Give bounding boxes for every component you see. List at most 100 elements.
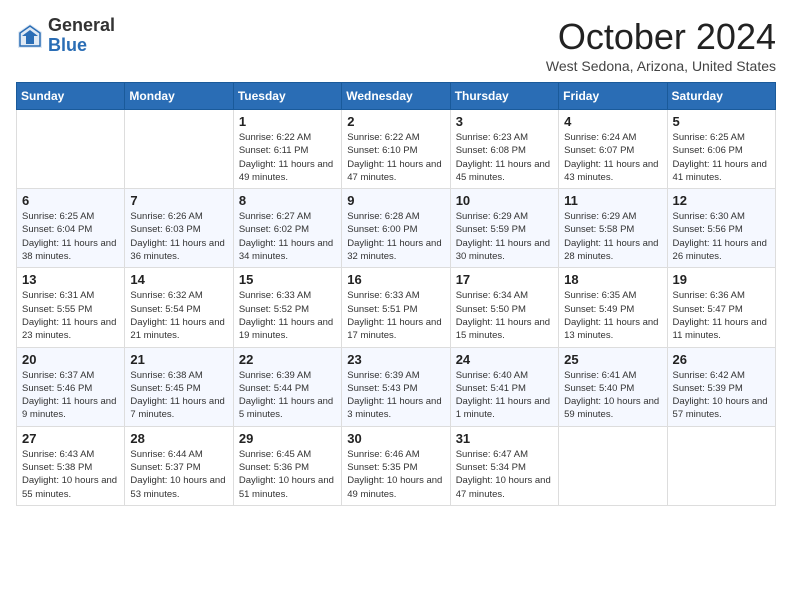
day-number: 27 [22,431,119,446]
day-detail: Sunrise: 6:22 AM Sunset: 6:10 PM Dayligh… [347,131,444,184]
day-detail: Sunrise: 6:25 AM Sunset: 6:06 PM Dayligh… [673,131,770,184]
month-title: October 2024 [546,16,776,58]
day-detail: Sunrise: 6:43 AM Sunset: 5:38 PM Dayligh… [22,448,119,501]
day-detail: Sunrise: 6:23 AM Sunset: 6:08 PM Dayligh… [456,131,553,184]
page-header: General Blue October 2024 West Sedona, A… [16,16,776,74]
day-detail: Sunrise: 6:28 AM Sunset: 6:00 PM Dayligh… [347,210,444,263]
day-number: 8 [239,193,336,208]
day-number: 23 [347,352,444,367]
calendar-table: SundayMondayTuesdayWednesdayThursdayFrid… [16,82,776,506]
calendar-cell: 20Sunrise: 6:37 AM Sunset: 5:46 PM Dayli… [17,347,125,426]
logo-blue-text: Blue [48,35,87,55]
day-detail: Sunrise: 6:39 AM Sunset: 5:44 PM Dayligh… [239,369,336,422]
day-number: 24 [456,352,553,367]
calendar-cell: 29 Sunrise: 6:45 AM Sunset: 5:36 PM Dayli… [233,426,341,505]
day-number: 4 [564,114,661,129]
day-number: 26 [673,352,770,367]
day-detail: Sunrise: 6:42 AM Sunset: 5:39 PM Dayligh… [673,369,770,422]
day-number: 10 [456,193,553,208]
day-detail: Sunrise: 6:31 AM Sunset: 5:55 PM Dayligh… [22,289,119,342]
calendar-cell: 9Sunrise: 6:28 AM Sunset: 6:00 PM Daylig… [342,189,450,268]
calendar-cell: 25 Sunrise: 6:41 AM Sunset: 5:40 PM Dayli… [559,347,667,426]
day-header-thursday: Thursday [450,83,558,110]
calendar-cell: 18 Sunrise: 6:35 AM Sunset: 5:49 PM Dayli… [559,268,667,347]
logo-icon [16,22,44,50]
day-detail: Sunrise: 6:44 AM Sunset: 5:37 PM Dayligh… [130,448,227,501]
location-subtitle: West Sedona, Arizona, United States [546,58,776,74]
calendar-cell: 13Sunrise: 6:31 AM Sunset: 5:55 PM Dayli… [17,268,125,347]
day-detail: Sunrise: 6:34 AM Sunset: 5:50 PM Dayligh… [456,289,553,342]
day-number: 18 [564,272,661,287]
day-header-friday: Friday [559,83,667,110]
day-number: 20 [22,352,119,367]
calendar-cell: 22Sunrise: 6:39 AM Sunset: 5:44 PM Dayli… [233,347,341,426]
day-number: 14 [130,272,227,287]
calendar-cell: 5 Sunrise: 6:25 AM Sunset: 6:06 PM Daylig… [667,110,775,189]
day-header-tuesday: Tuesday [233,83,341,110]
day-number: 28 [130,431,227,446]
day-detail: Sunrise: 6:41 AM Sunset: 5:40 PM Dayligh… [564,369,661,422]
calendar-header-row: SundayMondayTuesdayWednesdayThursdayFrid… [17,83,776,110]
calendar-cell [125,110,233,189]
calendar-cell: 17 Sunrise: 6:34 AM Sunset: 5:50 PM Dayli… [450,268,558,347]
calendar-week-4: 20Sunrise: 6:37 AM Sunset: 5:46 PM Dayli… [17,347,776,426]
calendar-cell: 6 Sunrise: 6:25 AM Sunset: 6:04 PM Daylig… [17,189,125,268]
day-detail: Sunrise: 6:32 AM Sunset: 5:54 PM Dayligh… [130,289,227,342]
day-number: 31 [456,431,553,446]
calendar-cell: 12 Sunrise: 6:30 AM Sunset: 5:56 PM Dayli… [667,189,775,268]
day-number: 11 [564,193,661,208]
day-header-wednesday: Wednesday [342,83,450,110]
calendar-cell: 19Sunrise: 6:36 AM Sunset: 5:47 PM Dayli… [667,268,775,347]
day-detail: Sunrise: 6:27 AM Sunset: 6:02 PM Dayligh… [239,210,336,263]
day-detail: Sunrise: 6:30 AM Sunset: 5:56 PM Dayligh… [673,210,770,263]
day-number: 12 [673,193,770,208]
day-number: 19 [673,272,770,287]
day-header-monday: Monday [125,83,233,110]
day-number: 30 [347,431,444,446]
day-number: 29 [239,431,336,446]
day-detail: Sunrise: 6:47 AM Sunset: 5:34 PM Dayligh… [456,448,553,501]
calendar-cell [17,110,125,189]
day-number: 16 [347,272,444,287]
day-detail: Sunrise: 6:22 AM Sunset: 6:11 PM Dayligh… [239,131,336,184]
day-detail: Sunrise: 6:46 AM Sunset: 5:35 PM Dayligh… [347,448,444,501]
calendar-week-1: 1 Sunrise: 6:22 AM Sunset: 6:11 PM Daylig… [17,110,776,189]
calendar-cell: 21 Sunrise: 6:38 AM Sunset: 5:45 PM Dayli… [125,347,233,426]
day-detail: Sunrise: 6:38 AM Sunset: 5:45 PM Dayligh… [130,369,227,422]
day-detail: Sunrise: 6:29 AM Sunset: 5:58 PM Dayligh… [564,210,661,263]
calendar-cell: 8 Sunrise: 6:27 AM Sunset: 6:02 PM Daylig… [233,189,341,268]
day-detail: Sunrise: 6:25 AM Sunset: 6:04 PM Dayligh… [22,210,119,263]
calendar-cell: 11 Sunrise: 6:29 AM Sunset: 5:58 PM Dayli… [559,189,667,268]
day-number: 25 [564,352,661,367]
day-number: 17 [456,272,553,287]
calendar-cell: 16 Sunrise: 6:33 AM Sunset: 5:51 PM Dayli… [342,268,450,347]
day-header-sunday: Sunday [17,83,125,110]
day-detail: Sunrise: 6:40 AM Sunset: 5:41 PM Dayligh… [456,369,553,422]
calendar-cell: 23 Sunrise: 6:39 AM Sunset: 5:43 PM Dayli… [342,347,450,426]
calendar-cell: 31 Sunrise: 6:47 AM Sunset: 5:34 PM Dayli… [450,426,558,505]
calendar-cell [667,426,775,505]
calendar-cell: 15Sunrise: 6:33 AM Sunset: 5:52 PM Dayli… [233,268,341,347]
day-number: 21 [130,352,227,367]
title-block: October 2024 West Sedona, Arizona, Unite… [546,16,776,74]
calendar-cell: 28 Sunrise: 6:44 AM Sunset: 5:37 PM Dayli… [125,426,233,505]
day-number: 2 [347,114,444,129]
day-number: 1 [239,114,336,129]
day-detail: Sunrise: 6:33 AM Sunset: 5:52 PM Dayligh… [239,289,336,342]
calendar-cell: 3Sunrise: 6:23 AM Sunset: 6:08 PM Daylig… [450,110,558,189]
day-detail: Sunrise: 6:39 AM Sunset: 5:43 PM Dayligh… [347,369,444,422]
calendar-cell: 30 Sunrise: 6:46 AM Sunset: 5:35 PM Dayli… [342,426,450,505]
logo: General Blue [16,16,115,56]
day-number: 6 [22,193,119,208]
day-detail: Sunrise: 6:45 AM Sunset: 5:36 PM Dayligh… [239,448,336,501]
day-detail: Sunrise: 6:35 AM Sunset: 5:49 PM Dayligh… [564,289,661,342]
day-number: 5 [673,114,770,129]
calendar-cell: 7Sunrise: 6:26 AM Sunset: 6:03 PM Daylig… [125,189,233,268]
calendar-cell: 10 Sunrise: 6:29 AM Sunset: 5:59 PM Dayli… [450,189,558,268]
day-detail: Sunrise: 6:29 AM Sunset: 5:59 PM Dayligh… [456,210,553,263]
calendar-week-3: 13Sunrise: 6:31 AM Sunset: 5:55 PM Dayli… [17,268,776,347]
logo-general: General [48,15,115,35]
day-detail: Sunrise: 6:24 AM Sunset: 6:07 PM Dayligh… [564,131,661,184]
day-detail: Sunrise: 6:33 AM Sunset: 5:51 PM Dayligh… [347,289,444,342]
calendar-week-2: 6 Sunrise: 6:25 AM Sunset: 6:04 PM Daylig… [17,189,776,268]
